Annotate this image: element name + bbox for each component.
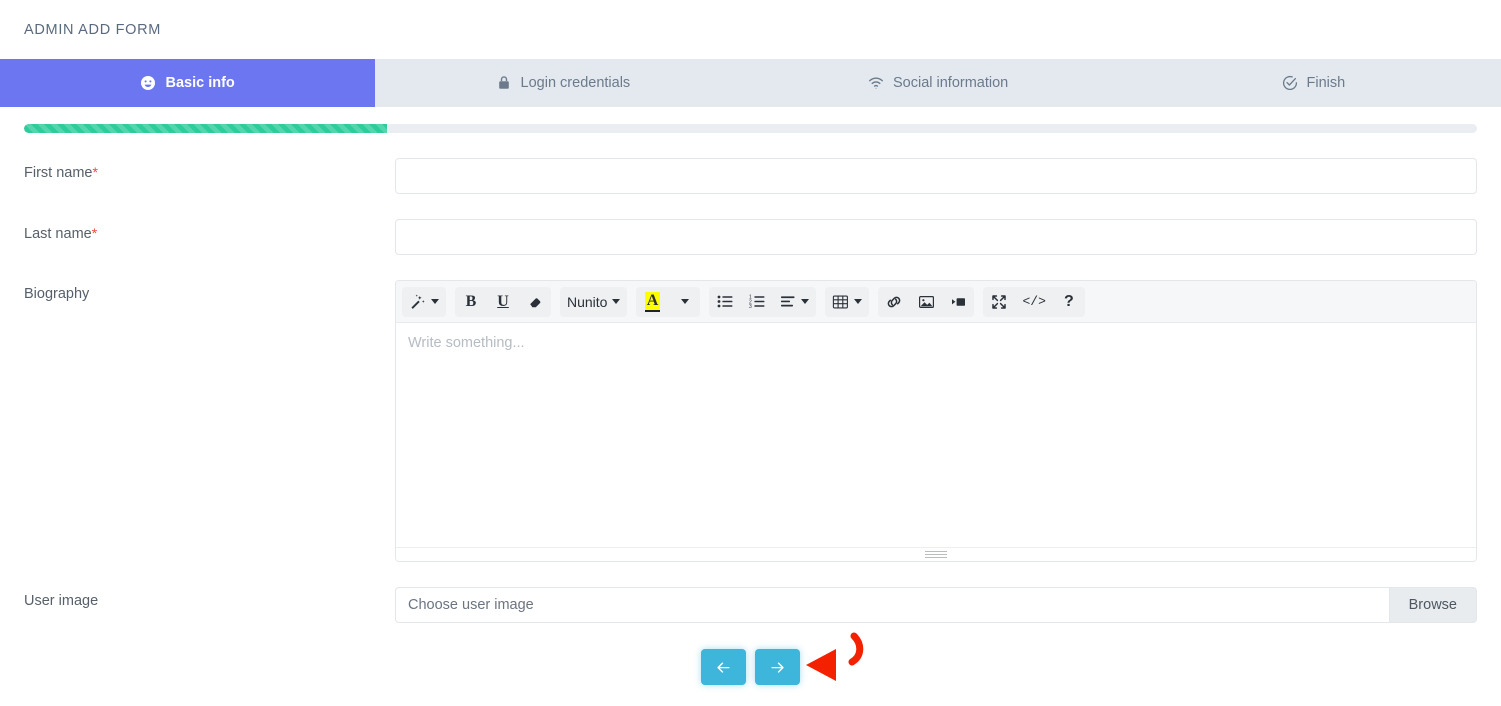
tab-login-credentials-label: Login credentials	[521, 75, 631, 91]
last-name-label: Last name*	[24, 219, 395, 242]
admin-add-form: First name* Last name* Biography	[0, 158, 1501, 685]
paragraph-align-icon[interactable]	[773, 287, 816, 317]
tab-finish-label: Finish	[1307, 75, 1346, 91]
tab-login-credentials[interactable]: Login credentials	[375, 59, 750, 107]
bold-icon[interactable]: B	[455, 287, 487, 317]
tab-social-information[interactable]: Social information	[751, 59, 1126, 107]
underline-label: U	[497, 293, 509, 311]
toolbar-group-font-family: Nunito	[560, 287, 627, 317]
font-color-label: A	[645, 292, 661, 312]
user-image-label: User image	[24, 587, 395, 609]
arrow-left-icon	[716, 661, 731, 674]
biography-rich-text-editor: B U Nunito	[395, 280, 1477, 562]
page-title: ADMIN ADD FORM	[24, 22, 161, 38]
picture-icon[interactable]	[910, 287, 942, 317]
lock-icon	[496, 75, 512, 91]
chevron-down-icon	[431, 299, 439, 304]
chevron-down-icon	[612, 299, 620, 304]
font-color-dropdown[interactable]	[668, 287, 700, 317]
toolbar-group-style	[402, 287, 446, 317]
resize-grip-icon	[925, 549, 947, 560]
biography-row: Biography	[24, 280, 1477, 562]
unordered-list-icon[interactable]	[709, 287, 741, 317]
user-image-file-input-group: Choose user image Browse	[395, 587, 1477, 623]
biography-editable-area[interactable]: Write something...	[396, 323, 1476, 547]
font-family-dropdown[interactable]: Nunito	[560, 287, 627, 317]
last-name-label-text: Last name	[24, 226, 92, 242]
ordered-list-icon[interactable]: 1 2 3	[741, 287, 773, 317]
chevron-down-icon	[801, 299, 809, 304]
link-icon[interactable]	[878, 287, 910, 317]
first-name-row: First name*	[24, 158, 1477, 194]
toolbar-group-table	[825, 287, 869, 317]
page-header: ADMIN ADD FORM	[0, 0, 1501, 59]
svg-text:3: 3	[749, 304, 752, 309]
toolbar-group-font-style: B U	[455, 287, 551, 317]
tab-basic-info-label: Basic info	[165, 75, 234, 91]
last-name-input[interactable]	[395, 219, 1477, 255]
last-name-row: Last name*	[24, 219, 1477, 255]
chevron-down-icon	[854, 299, 862, 304]
wizard-progress-fill	[24, 124, 387, 133]
biography-label: Biography	[24, 280, 395, 302]
user-circle-icon	[140, 75, 156, 91]
magic-wand-icon[interactable]	[402, 287, 446, 317]
code-view-label: </>	[1022, 294, 1045, 309]
tab-finish[interactable]: Finish	[1126, 59, 1501, 107]
first-name-required-mark: *	[93, 164, 98, 180]
eraser-icon[interactable]	[519, 287, 551, 317]
editor-resize-handle[interactable]	[396, 547, 1476, 561]
toolbar-group-view: </> ?	[983, 287, 1084, 317]
tab-social-information-label: Social information	[893, 75, 1008, 91]
browse-button[interactable]: Browse	[1389, 587, 1477, 623]
first-name-label: First name*	[24, 158, 395, 181]
table-icon[interactable]	[825, 287, 869, 317]
wizard-tab-bar: Basic info Login credentials Social info…	[0, 59, 1501, 107]
next-button[interactable]	[755, 649, 800, 685]
toolbar-group-insert	[878, 287, 974, 317]
underline-icon[interactable]: U	[487, 287, 519, 317]
editor-toolbar: B U Nunito	[396, 281, 1476, 323]
arrow-right-icon	[770, 661, 785, 674]
previous-button[interactable]	[701, 649, 746, 685]
biography-placeholder: Write something...	[408, 335, 1464, 351]
font-color-icon[interactable]: A	[636, 287, 668, 317]
last-name-required-mark: *	[92, 225, 97, 241]
wizard-navigation	[24, 649, 1477, 685]
toolbar-group-font-color: A	[636, 287, 700, 317]
user-image-row: User image Choose user image Browse	[24, 587, 1477, 623]
toolbar-group-paragraph: 1 2 3	[709, 287, 816, 317]
user-image-filename-display[interactable]: Choose user image	[395, 587, 1389, 623]
code-view-icon[interactable]: </>	[1015, 287, 1052, 317]
first-name-label-text: First name	[24, 165, 93, 181]
wizard-progress-track	[24, 124, 1477, 133]
video-icon[interactable]	[942, 287, 974, 317]
bold-label: B	[466, 293, 477, 311]
help-icon[interactable]: ?	[1053, 287, 1085, 317]
font-family-label: Nunito	[567, 294, 607, 310]
first-name-input[interactable]	[395, 158, 1477, 194]
tab-basic-info[interactable]: Basic info	[0, 59, 375, 107]
fullscreen-icon[interactable]	[983, 287, 1015, 317]
wifi-icon	[868, 75, 884, 91]
help-label: ?	[1064, 293, 1074, 311]
check-circle-icon	[1282, 75, 1298, 91]
chevron-down-icon	[681, 299, 689, 304]
